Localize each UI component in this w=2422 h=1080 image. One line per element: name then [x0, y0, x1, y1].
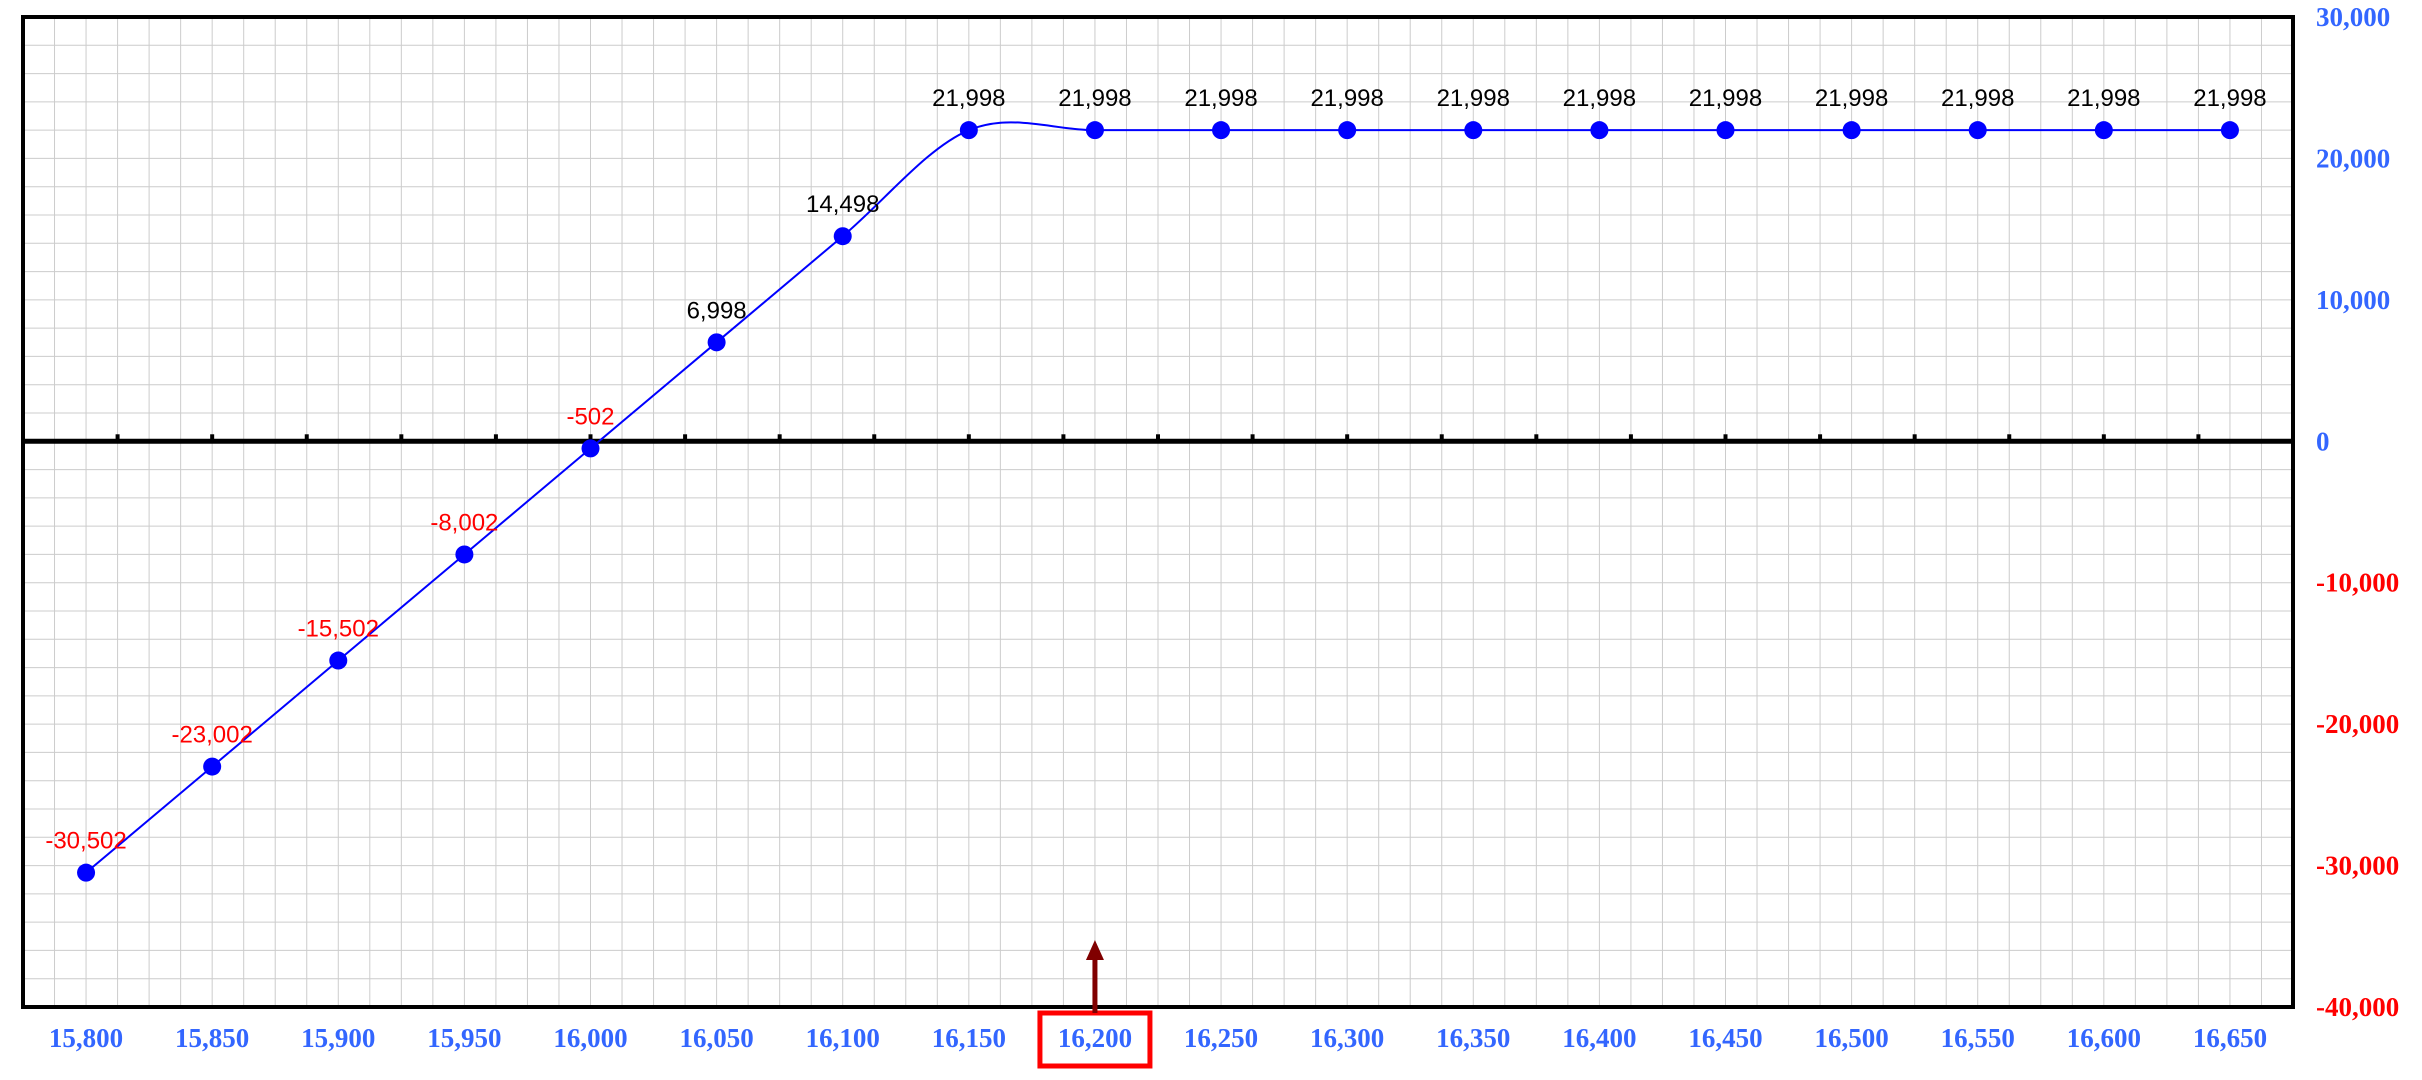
chart-svg: -30,502 -23,002 -15,502 -8,002 -502 6,998 14,4… [21, 2, 2399, 1069]
data-point [2220, 121, 2239, 140]
data-point [707, 333, 726, 352]
x-tick-label: 16,250 [1184, 1023, 1258, 1053]
data-point [1716, 121, 1735, 140]
data-point [1842, 121, 1861, 140]
data-label: 21,998 [1310, 85, 1383, 112]
data-label: 21,998 [932, 85, 1005, 112]
data-label: 14,498 [806, 191, 879, 218]
data-point [833, 227, 852, 246]
x-tick-label: 16,600 [2067, 1023, 2141, 1053]
data-label: 21,998 [1437, 85, 1510, 112]
x-tick-label: 15,850 [175, 1023, 249, 1053]
data-point [455, 545, 474, 564]
x-tick-label: 15,900 [301, 1023, 375, 1053]
x-tick-label: 16,300 [1310, 1023, 1384, 1053]
data-label: 21,998 [2067, 85, 2140, 112]
x-tick-label: 16,000 [553, 1023, 627, 1053]
y-tick-label: -20,000 [2316, 709, 2399, 739]
data-label: 21,998 [1815, 85, 1888, 112]
data-point [2094, 121, 2113, 140]
data-point [1464, 121, 1483, 140]
y-tick-label: -40,000 [2316, 992, 2399, 1022]
data-label: -15,502 [298, 616, 379, 643]
data-point [1338, 121, 1357, 140]
x-tick-label: 16,150 [932, 1023, 1006, 1053]
data-point [1212, 121, 1231, 140]
y-tick-label: 30,000 [2316, 2, 2390, 32]
data-label: -23,002 [171, 722, 252, 749]
y-tick-label: -30,000 [2316, 851, 2399, 881]
data-label: 21,998 [1058, 85, 1131, 112]
data-point [329, 651, 348, 670]
x-tick-label: 15,950 [427, 1023, 501, 1053]
data-label: -502 [566, 403, 614, 430]
y-tick-label: 20,000 [2316, 143, 2390, 173]
x-tick-label: 16,450 [1688, 1023, 1762, 1053]
x-tick-label: 16,100 [806, 1023, 880, 1053]
data-label: -30,502 [45, 828, 126, 855]
data-label: 21,998 [1689, 85, 1762, 112]
data-point [77, 863, 96, 882]
x-tick-label: 16,650 [2193, 1023, 2267, 1053]
data-label: 21,998 [2193, 85, 2266, 112]
data-point [1590, 121, 1609, 140]
x-axis-ticks: 15,800 15,850 15,900 15,950 16,000 16,050 16,1… [49, 1023, 2267, 1053]
y-tick-label: -10,000 [2316, 568, 2399, 598]
x-tick-label: 15,800 [49, 1023, 123, 1053]
data-label: -8,002 [430, 509, 498, 536]
data-point [1968, 121, 1987, 140]
y-tick-label: 10,000 [2316, 285, 2390, 315]
data-label: 6,998 [687, 297, 747, 324]
x-tick-label: 16,200 [1058, 1023, 1132, 1053]
grid [23, 17, 2293, 1007]
x-tick-label: 16,550 [1941, 1023, 2015, 1053]
data-point [203, 757, 222, 776]
payoff-chart: -30,502 -23,002 -15,502 -8,002 -502 6,998 14,4… [0, 0, 2422, 1075]
data-point [581, 439, 600, 458]
x-tick-label: 16,350 [1436, 1023, 1510, 1053]
data-label: 21,998 [1563, 85, 1636, 112]
x-tick-label: 16,050 [679, 1023, 753, 1053]
data-point [1085, 121, 1104, 140]
x-tick-label: 16,500 [1814, 1023, 1888, 1053]
data-point [959, 121, 978, 140]
data-label: 21,998 [1941, 85, 2014, 112]
data-label: 21,998 [1184, 85, 1257, 112]
y-axis-ticks: 30,000 20,000 10,000 0 -10,000 -20,000 -30,000… [2316, 2, 2399, 1022]
zero-axis [23, 434, 2293, 444]
x-tick-label: 16,400 [1562, 1023, 1636, 1053]
y-tick-label: 0 [2316, 426, 2330, 456]
